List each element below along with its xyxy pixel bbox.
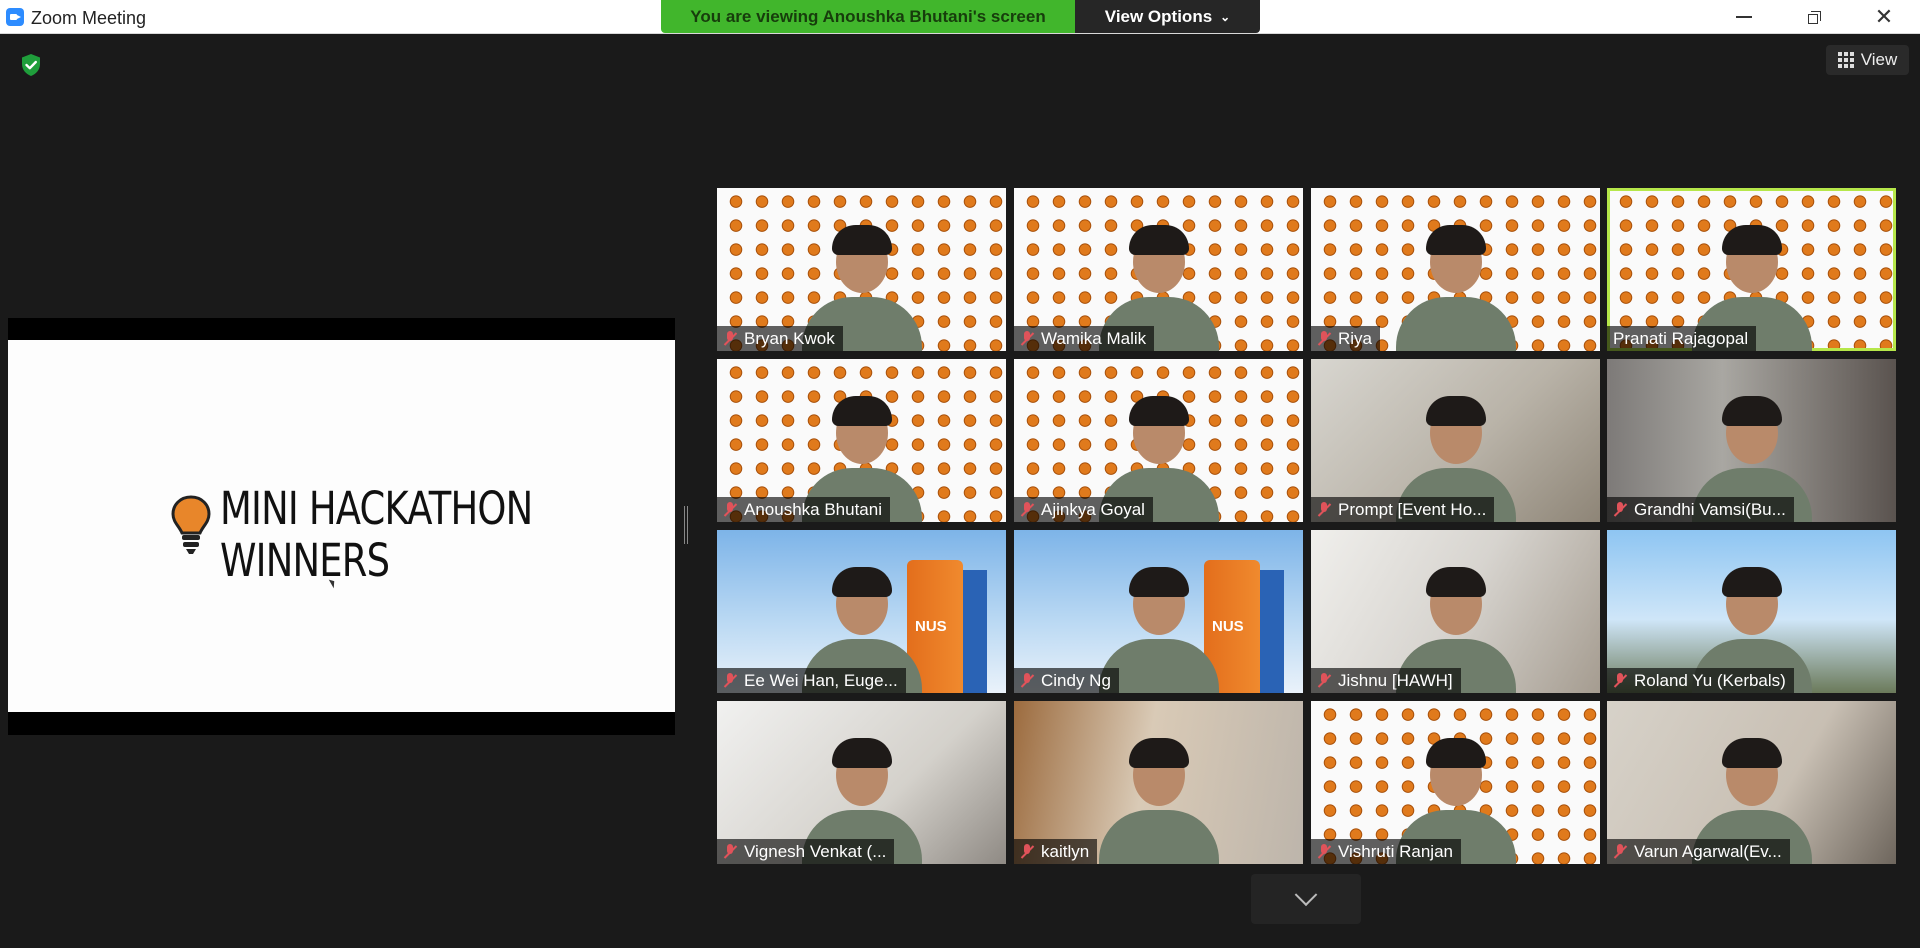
muted-mic-icon: [1020, 672, 1034, 689]
muted-mic-icon: [1020, 501, 1034, 518]
participant-tile[interactable]: Jishnu [HAWH]: [1311, 530, 1600, 693]
participant-tile[interactable]: Grandhi Vamsi(Bu...: [1607, 359, 1896, 522]
participant-name: Ajinkya Goyal: [1041, 499, 1145, 519]
muted-mic-icon: [1613, 672, 1627, 689]
restore-icon: [1807, 10, 1821, 24]
participant-name: Varun Agarwal(Ev...: [1634, 841, 1782, 861]
participant-name: kaitlyn: [1041, 841, 1090, 861]
participant-video: [1098, 736, 1219, 864]
view-options-button[interactable]: View Options ⌄: [1075, 0, 1260, 33]
muted-mic-icon: [1613, 843, 1627, 860]
panel-resize-handle[interactable]: [684, 506, 688, 544]
participant-name-tag: Ajinkya Goyal: [1014, 497, 1153, 522]
participant-name-tag: Wamika Malik: [1014, 326, 1155, 351]
participant-tile[interactable]: kaitlyn: [1014, 701, 1303, 864]
view-options-label: View Options: [1104, 6, 1213, 26]
view-label: View: [1860, 50, 1898, 69]
muted-mic-icon: [1613, 501, 1627, 518]
participant-name-tag: Grandhi Vamsi(Bu...: [1607, 497, 1794, 522]
restore-button[interactable]: [1786, 0, 1842, 34]
participant-tile[interactable]: Riya: [1311, 188, 1600, 351]
participant-tile[interactable]: Wamika Malik: [1014, 188, 1303, 351]
participant-name-tag: Anoushka Bhutani: [717, 497, 890, 522]
participant-name-tag: Roland Yu (Kerbals): [1607, 668, 1794, 693]
gallery-next-page-button[interactable]: [1251, 874, 1361, 924]
participant-tile[interactable]: NUS Cindy Ng: [1014, 530, 1303, 693]
participant-name-tag: Prompt [Event Ho...: [1311, 497, 1495, 522]
muted-mic-icon: [1020, 330, 1034, 347]
minimize-icon: [1736, 16, 1752, 18]
muted-mic-icon: [1317, 330, 1331, 347]
presentation-slide: MINI HACKATHON WINNERS: [8, 340, 675, 712]
zoom-logo-icon: [6, 8, 24, 26]
muted-mic-icon: [723, 501, 737, 518]
muted-mic-icon: [723, 672, 737, 689]
participant-name: Jishnu [HAWH]: [1338, 670, 1453, 690]
chevron-down-icon: [1294, 883, 1318, 907]
view-layout-button[interactable]: View: [1826, 45, 1909, 75]
participant-tile[interactable]: Anoushka Bhutani: [717, 359, 1006, 522]
participant-video: [1395, 223, 1516, 351]
participant-tile[interactable]: NUS Ee Wei Han, Euge...: [717, 530, 1006, 693]
participant-name: Ee Wei Han, Euge...: [744, 670, 898, 690]
participant-tile[interactable]: Roland Yu (Kerbals): [1607, 530, 1896, 693]
muted-mic-icon: [1317, 501, 1331, 518]
window-title: Zoom Meeting: [31, 8, 147, 28]
participant-name-tag: Riya: [1311, 326, 1381, 351]
participant-tile[interactable]: Prompt [Event Ho...: [1311, 359, 1600, 522]
participant-name: Cindy Ng: [1041, 670, 1111, 690]
shared-screen[interactable]: MINI HACKATHON WINNERS: [8, 318, 675, 735]
participant-name-tag: Ee Wei Han, Euge...: [717, 668, 906, 693]
participant-name-tag: Bryan Kwok: [717, 326, 843, 351]
participant-name: Vignesh Venkat (...: [744, 841, 887, 861]
grid-view-icon: [1837, 52, 1854, 68]
participant-tile[interactable]: Pranati Rajagopal: [1607, 188, 1896, 351]
muted-mic-icon: [723, 843, 737, 860]
participant-name-tag: kaitlyn: [1014, 839, 1098, 864]
participant-name: Pranati Rajagopal: [1613, 328, 1749, 348]
participant-tile[interactable]: Ajinkya Goyal: [1014, 359, 1303, 522]
participant-name: Wamika Malik: [1041, 328, 1147, 348]
participant-name: Prompt [Event Ho...: [1338, 499, 1487, 519]
muted-mic-icon: [1317, 672, 1331, 689]
participant-name: Vishruti Ranjan: [1338, 841, 1453, 861]
participant-tile[interactable]: Vishruti Ranjan: [1311, 701, 1600, 864]
chevron-down-icon: ⌄: [1220, 9, 1231, 24]
shield-check-icon[interactable]: [19, 53, 43, 77]
participant-tile[interactable]: Varun Agarwal(Ev...: [1607, 701, 1896, 864]
muted-mic-icon: [1317, 843, 1331, 860]
participant-name-tag: Pranati Rajagopal: [1607, 326, 1757, 351]
participant-name: Roland Yu (Kerbals): [1634, 670, 1786, 690]
lightbulb-icon: [171, 495, 211, 554]
participant-name-tag: Varun Agarwal(Ev...: [1607, 839, 1790, 864]
participant-name: Riya: [1338, 328, 1373, 348]
participant-name: Grandhi Vamsi(Bu...: [1634, 499, 1786, 519]
participant-tile[interactable]: Vignesh Venkat (...: [717, 701, 1006, 864]
muted-mic-icon: [1020, 843, 1034, 860]
muted-mic-icon: [723, 330, 737, 347]
screen-share-banner: You are viewing Anoushka Bhutani's scree…: [661, 0, 1075, 33]
close-icon: ✕: [1874, 4, 1894, 29]
participant-name-tag: Jishnu [HAWH]: [1311, 668, 1461, 693]
participant-name: Anoushka Bhutani: [744, 499, 882, 519]
participant-tile[interactable]: Bryan Kwok: [717, 188, 1006, 351]
close-button[interactable]: ✕: [1856, 0, 1912, 34]
participant-name: Bryan Kwok: [744, 328, 835, 348]
minimize-button[interactable]: [1716, 0, 1772, 34]
slide-title: MINI HACKATHON WINNERS: [220, 482, 533, 587]
participant-name-tag: Cindy Ng: [1014, 668, 1119, 693]
participant-name-tag: Vignesh Venkat (...: [717, 839, 895, 864]
participant-name-tag: Vishruti Ranjan: [1311, 839, 1461, 864]
